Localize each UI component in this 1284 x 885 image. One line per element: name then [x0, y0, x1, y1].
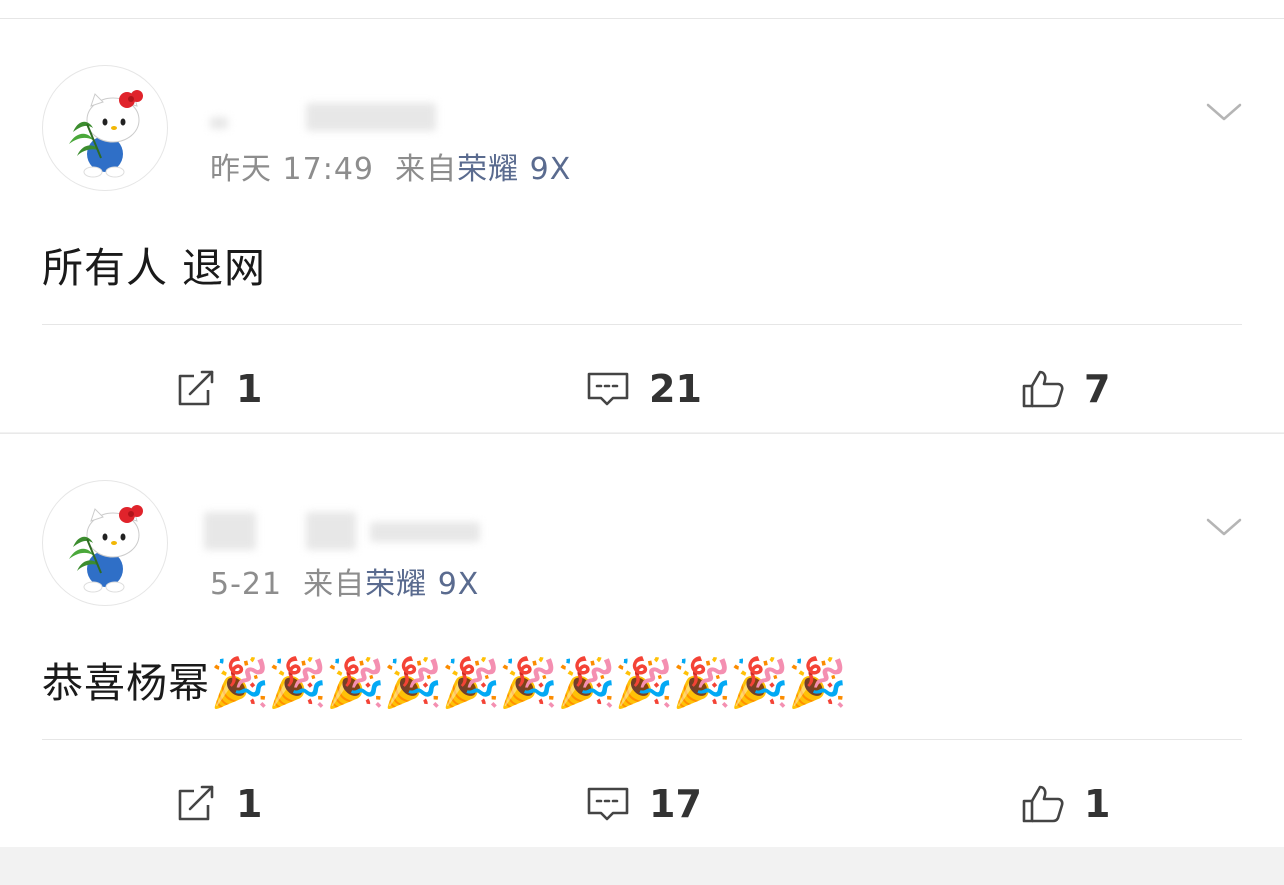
chevron-down-icon[interactable] [1204, 506, 1244, 546]
username-redacted[interactable] [210, 97, 450, 131]
like-button[interactable]: 1 [1020, 764, 1110, 844]
source-prefix: 来自 [395, 152, 458, 187]
top-strip [0, 0, 1284, 19]
post-card: 昨天 17:49 来自荣耀 9X 所有人 退网 1 21 7 [0, 19, 1284, 432]
post-meta: 昨天 17:49 来自荣耀 9X [210, 144, 571, 188]
comment-icon [587, 372, 629, 406]
action-bar: 1 21 7 [0, 349, 1284, 429]
post-text-body: 所有人 退网 [42, 244, 267, 292]
repost-icon [178, 785, 214, 821]
post-emoji: 🎉🎉🎉🎉🎉🎉🎉🎉🎉🎉🎉 [210, 655, 847, 711]
comment-count: 21 [649, 367, 702, 411]
hello-kitty-avatar-icon [69, 90, 143, 178]
post-time: 昨天 17:49 [210, 152, 374, 187]
source-prefix: 来自 [303, 567, 366, 602]
source-link[interactable]: 荣耀 9X [457, 152, 571, 187]
like-count: 1 [1084, 782, 1111, 826]
post-meta: 5-21 来自荣耀 9X [210, 559, 479, 603]
comment-button[interactable]: 17 [585, 764, 702, 844]
repost-count: 1 [236, 782, 263, 826]
thumbs-up-icon [1022, 370, 1064, 408]
comment-count: 17 [649, 782, 702, 826]
avatar[interactable] [42, 480, 168, 606]
repost-button[interactable]: 1 [172, 349, 262, 429]
hello-kitty-avatar-icon [69, 505, 143, 593]
comment-icon [587, 787, 629, 821]
divider [42, 739, 1242, 740]
repost-count: 1 [236, 367, 263, 411]
post-text[interactable]: 恭喜杨幂🎉🎉🎉🎉🎉🎉🎉🎉🎉🎉🎉 [42, 649, 847, 711]
thumbs-up-icon [1022, 785, 1064, 823]
comment-button[interactable]: 21 [585, 349, 702, 429]
source-link[interactable]: 荣耀 9X [365, 567, 479, 602]
action-bar: 1 17 1 [0, 764, 1284, 844]
post-time: 5-21 [210, 567, 283, 602]
username-redacted[interactable] [204, 512, 480, 550]
like-button[interactable]: 7 [1020, 349, 1110, 429]
divider [42, 324, 1242, 325]
chevron-down-icon[interactable] [1204, 91, 1244, 131]
avatar[interactable] [42, 65, 168, 191]
repost-button[interactable]: 1 [172, 764, 262, 844]
post-text-body: 恭喜杨幂 [42, 659, 210, 707]
post-text[interactable]: 所有人 退网 [42, 234, 266, 296]
like-count: 7 [1084, 367, 1111, 411]
repost-icon [178, 370, 214, 406]
post-card: 5-21 来自荣耀 9X 恭喜杨幂🎉🎉🎉🎉🎉🎉🎉🎉🎉🎉🎉 1 17 1 [0, 433, 1284, 847]
